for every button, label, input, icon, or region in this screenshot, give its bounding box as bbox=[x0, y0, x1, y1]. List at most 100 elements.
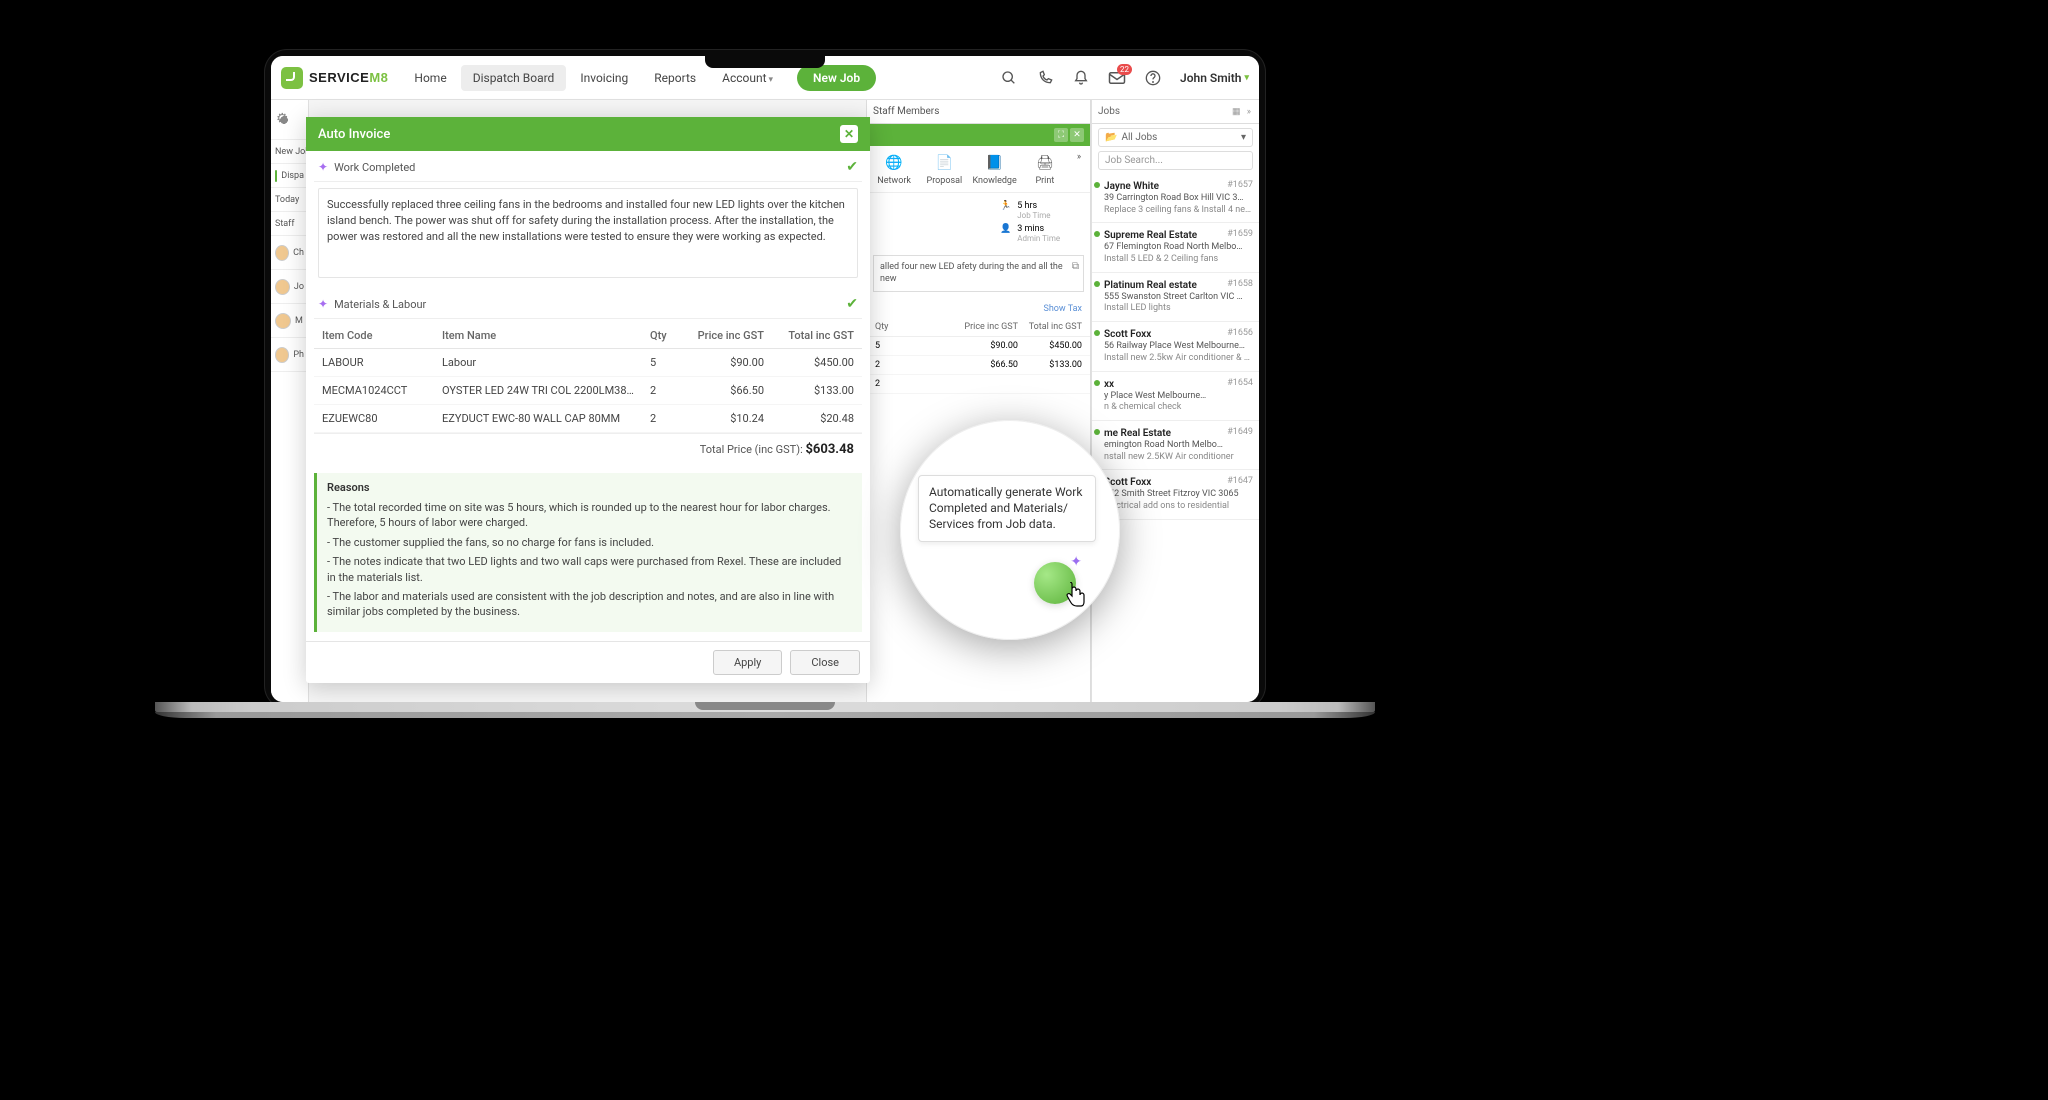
job-item[interactable]: #1649me Real Estateemington Road North M… bbox=[1092, 421, 1259, 470]
apply-button[interactable]: Apply bbox=[713, 650, 782, 675]
sparkle-icon: ✦ bbox=[318, 297, 328, 311]
magnifier-overlay: Automatically generate Work Completed an… bbox=[900, 420, 1120, 640]
bell-icon[interactable] bbox=[1072, 69, 1090, 87]
calendar-icon bbox=[275, 170, 277, 182]
nav-tabs: Home Dispatch Board Invoicing Reports Ac… bbox=[402, 65, 876, 91]
avatar-icon bbox=[275, 313, 291, 329]
gear-icon bbox=[275, 111, 293, 129]
nav-home[interactable]: Home bbox=[402, 65, 458, 91]
staff-row[interactable]: Ch bbox=[271, 236, 308, 270]
card-toolbar: 🌐Network 📄Proposal 📘Knowledge 🖨Print » bbox=[867, 146, 1090, 193]
brand-logo[interactable]: SERVICEM8 bbox=[281, 67, 388, 89]
nav-reports[interactable]: Reports bbox=[642, 65, 708, 91]
topbar-actions: 22 John Smith▾ bbox=[1000, 69, 1249, 87]
reasons-title: Reasons bbox=[327, 481, 852, 494]
job-item[interactable]: #1659Supreme Real Estate67 Flemington Ro… bbox=[1092, 223, 1259, 272]
tool-proposal[interactable]: 📄Proposal bbox=[921, 152, 967, 186]
avatar-icon bbox=[275, 279, 290, 295]
job-time-stat: 🏃5 hrsJob Time bbox=[1000, 201, 1078, 220]
materials-table: Item Code Item Name Qty Price inc GST To… bbox=[314, 323, 862, 433]
table-row[interactable]: MECMA1024CCTOYSTER LED 24W TRI COL 2200L… bbox=[314, 377, 862, 405]
col-item-code: Item Code bbox=[314, 323, 434, 349]
table-row[interactable]: LABOURLabour5$90.00$450.00 bbox=[314, 349, 862, 377]
staff-row[interactable]: Ph bbox=[271, 338, 308, 372]
admin-time-stat: 👤3 minsAdmin Time bbox=[1000, 224, 1078, 243]
maximize-icon[interactable]: ⛶ bbox=[1054, 128, 1068, 142]
check-icon: ✔ bbox=[846, 159, 858, 175]
mini-table-header: QtyPrice inc GSTTotal inc GST bbox=[867, 318, 1090, 337]
jobs-filter[interactable]: 📂All Jobs▾ bbox=[1098, 128, 1253, 147]
job-item[interactable]: #1657Jayne White39 Carrington Road Box H… bbox=[1092, 174, 1259, 223]
staff-label: Staff bbox=[271, 212, 308, 236]
toolbar-more[interactable]: » bbox=[1072, 152, 1086, 186]
modal-close-button[interactable]: ✕ bbox=[840, 125, 858, 143]
ai-tooltip: Automatically generate Work Completed an… bbox=[918, 475, 1096, 542]
help-icon[interactable] bbox=[1144, 69, 1162, 87]
card-titlebar: ⛶ ✕ bbox=[867, 124, 1090, 146]
nav-dispatch[interactable]: Dispatch Board bbox=[461, 65, 567, 91]
section-work-completed: ✦ Work Completed ✔ bbox=[314, 151, 862, 182]
job-item[interactable]: #1658Platinum Real estate555 Swanston St… bbox=[1092, 273, 1259, 322]
modal-footer: Apply Close bbox=[306, 641, 870, 683]
app-viewport: SERVICEM8 Home Dispatch Board Invoicing … bbox=[271, 56, 1259, 702]
phone-icon[interactable] bbox=[1036, 69, 1054, 87]
show-tax-link[interactable]: Show Tax bbox=[867, 300, 1090, 318]
laptop-frame: SERVICEM8 Home Dispatch Board Invoicing … bbox=[265, 50, 1265, 708]
modal-title: Auto Invoice bbox=[318, 127, 390, 142]
reason-line: - The notes indicate that two LED lights… bbox=[327, 554, 852, 585]
today-label[interactable]: Today bbox=[271, 188, 308, 212]
brand-text: SERVICEM8 bbox=[309, 71, 388, 84]
staff-row[interactable]: Jo bbox=[271, 270, 308, 304]
nav-invoicing[interactable]: Invoicing bbox=[568, 65, 640, 91]
mini-table-row: 2$66.50$133.00 bbox=[867, 356, 1090, 375]
jobs-panel: Jobs ▦ » 📂All Jobs▾ Job Search... #1657J… bbox=[1091, 100, 1259, 702]
chevron-down-icon: ▾ bbox=[1244, 73, 1249, 83]
avatar-icon bbox=[275, 245, 289, 261]
mini-table-row: 5$90.00$450.00 bbox=[867, 337, 1090, 356]
close-icon[interactable]: ✕ bbox=[1070, 128, 1084, 142]
mini-table-row: 2 bbox=[867, 375, 1090, 394]
nav-account[interactable]: Account▾ bbox=[710, 65, 785, 91]
reason-line: - The customer supplied the fans, so no … bbox=[327, 535, 852, 550]
tool-knowledge[interactable]: 📘Knowledge bbox=[972, 152, 1018, 186]
staff-members-header: Staff Members bbox=[867, 100, 1090, 124]
search-icon[interactable] bbox=[1000, 69, 1018, 87]
job-item[interactable]: #1656Scott Foxx56 Railway Place West Mel… bbox=[1092, 322, 1259, 371]
close-button[interactable]: Close bbox=[790, 650, 860, 675]
new-job-label: New Job bbox=[271, 140, 308, 164]
left-sidebar: New Job Dispa Today Staff Ch Jo M Ph bbox=[271, 100, 309, 702]
user-menu[interactable]: John Smith▾ bbox=[1180, 71, 1249, 85]
avatar-icon bbox=[275, 347, 289, 363]
new-job-button[interactable]: New Job bbox=[797, 65, 876, 91]
jobs-list: #1657Jayne White39 Carrington Road Box H… bbox=[1092, 174, 1259, 520]
reason-line: - The total recorded time on site was 5 … bbox=[327, 500, 852, 531]
laptop-notch bbox=[705, 50, 825, 68]
sparkle-icon: ✦ bbox=[318, 160, 328, 174]
modal-header: Auto Invoice ✕ bbox=[306, 117, 870, 151]
work-note-peek: ⧉ alled four new LED afety during the an… bbox=[873, 255, 1084, 292]
jobs-search[interactable]: Job Search... bbox=[1098, 151, 1253, 170]
col-price: Price inc GST bbox=[682, 323, 772, 349]
job-item[interactable]: #1654xxy Place West Melbourne…n & chemic… bbox=[1092, 372, 1259, 421]
tool-print[interactable]: 🖨Print bbox=[1022, 152, 1068, 186]
laptop-base bbox=[155, 702, 1375, 752]
chevron-down-icon: ▾ bbox=[769, 75, 774, 85]
new-job-tool[interactable] bbox=[271, 100, 308, 140]
col-item-name: Item Name bbox=[434, 323, 642, 349]
panel-controls[interactable]: ▦ » bbox=[1232, 107, 1253, 117]
col-qty: Qty bbox=[642, 323, 682, 349]
brand-mark bbox=[281, 67, 303, 89]
inbox-icon[interactable]: 22 bbox=[1108, 69, 1126, 87]
tool-network[interactable]: 🌐Network bbox=[871, 152, 917, 186]
staff-row[interactable]: M bbox=[271, 304, 308, 338]
table-row[interactable]: EZUEWC80EZYDUCT EWC-80 WALL CAP 80MM2$10… bbox=[314, 405, 862, 433]
col-total: Total inc GST bbox=[772, 323, 862, 349]
reasons-box: Reasons - The total recorded time on sit… bbox=[314, 473, 862, 632]
reason-line: - The labor and materials used are consi… bbox=[327, 589, 852, 620]
section-materials: ✦ Materials & Labour ✔ bbox=[314, 288, 862, 319]
check-icon: ✔ bbox=[846, 296, 858, 312]
open-external-icon[interactable]: ⧉ bbox=[1072, 260, 1079, 273]
cursor-icon bbox=[1064, 582, 1088, 616]
dispatch-filter[interactable]: Dispa bbox=[271, 164, 308, 188]
work-completed-text[interactable]: Successfully replaced three ceiling fans… bbox=[318, 188, 858, 278]
